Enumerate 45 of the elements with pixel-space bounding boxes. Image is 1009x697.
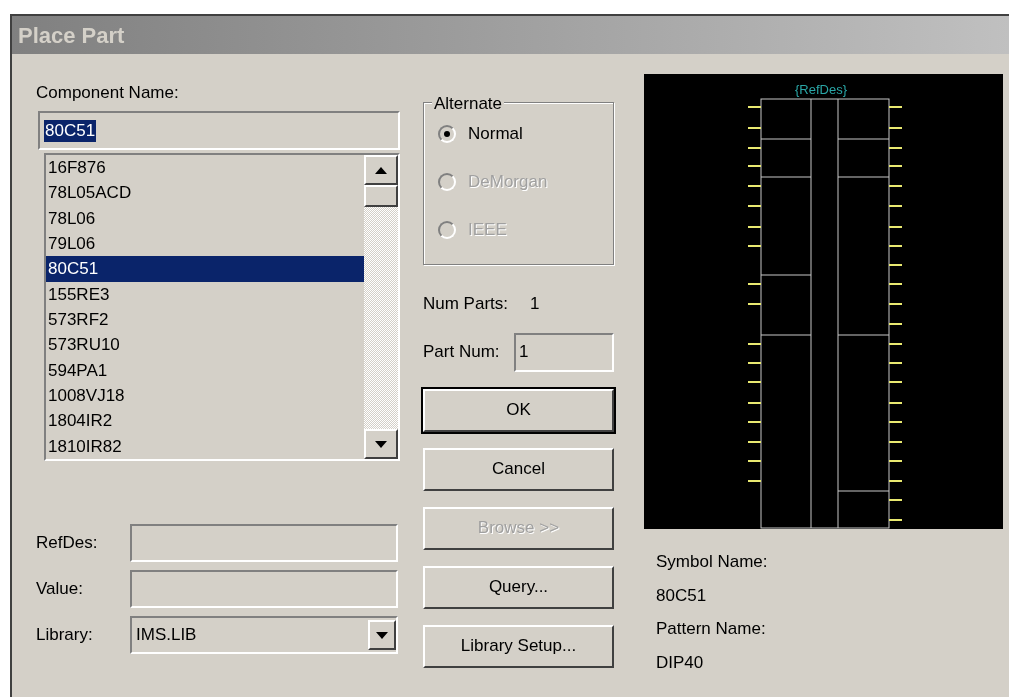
parts-listbox[interactable]: 16F876 78L05ACD 78L06 79L06 80C51 155RE3 573RF2 573RU10 594PA1 1008VJ18 1804IR2 1810IR82 bbox=[44, 153, 400, 461]
info-value: 80C51 bbox=[656, 584, 708, 607]
list-item[interactable]: 80C51 bbox=[46, 256, 364, 282]
list-item[interactable]: 1008VJ18 bbox=[46, 382, 364, 409]
list-item[interactable]: 573RF2 bbox=[46, 306, 364, 333]
field-label: Value: bbox=[36, 578, 84, 601]
list-item[interactable]: 79L06 bbox=[46, 231, 364, 257]
field-label: Num Parts: bbox=[423, 293, 509, 315]
radio-button[interactable] bbox=[438, 125, 456, 143]
text-field[interactable] bbox=[130, 570, 398, 608]
component-name-field[interactable]: 80C51 bbox=[38, 111, 400, 150]
scroll-up-button[interactable] bbox=[364, 155, 398, 185]
dialog-button[interactable]: Cancel bbox=[423, 447, 614, 491]
up-arrow-icon bbox=[375, 166, 387, 174]
scroll-down-button[interactable] bbox=[364, 429, 398, 459]
part-num-field[interactable]: 1 bbox=[514, 332, 614, 372]
dialog-button[interactable]: Library Setup... bbox=[423, 624, 614, 668]
down-arrow-icon bbox=[375, 440, 387, 448]
list-item[interactable]: 1810IR82 bbox=[46, 433, 364, 459]
list-item[interactable]: 78L05ACD bbox=[46, 180, 364, 206]
num-parts-value: 1 bbox=[530, 293, 540, 315]
info-label: Symbol Name: bbox=[656, 551, 769, 573]
dialog-button[interactable]: Query... bbox=[423, 565, 614, 609]
list-item[interactable]: 594PA1 bbox=[46, 357, 364, 383]
down-arrow-icon bbox=[376, 631, 388, 639]
radio-option[interactable]: Normal bbox=[438, 121, 613, 147]
refdes-label: {RefDes} bbox=[795, 82, 847, 97]
list-item[interactable]: 1804IR2 bbox=[46, 408, 364, 434]
scroll-thumb[interactable] bbox=[364, 185, 398, 207]
list-item[interactable]: 573RU10 bbox=[46, 332, 364, 358]
list-item[interactable]: 155RE3 bbox=[46, 281, 364, 307]
dialog-button[interactable]: OK bbox=[423, 388, 614, 432]
library-dropdown[interactable]: IMS.LIB bbox=[130, 616, 398, 654]
dropdown-button[interactable] bbox=[368, 620, 396, 650]
field-label: Component Name: bbox=[36, 82, 180, 102]
info-value: DIP40 bbox=[656, 651, 705, 674]
window-title: Place Part bbox=[18, 21, 125, 50]
list-item[interactable]: 16F876 bbox=[46, 155, 364, 181]
field-label: Part Num: bbox=[423, 341, 500, 364]
field-label: RefDes: bbox=[36, 532, 99, 555]
text-field[interactable] bbox=[130, 524, 398, 562]
scrollbar[interactable] bbox=[364, 155, 398, 459]
list-item[interactable]: 78L06 bbox=[46, 205, 364, 231]
field-label: Library: bbox=[36, 624, 94, 647]
info-label: Pattern Name: bbox=[656, 618, 767, 640]
